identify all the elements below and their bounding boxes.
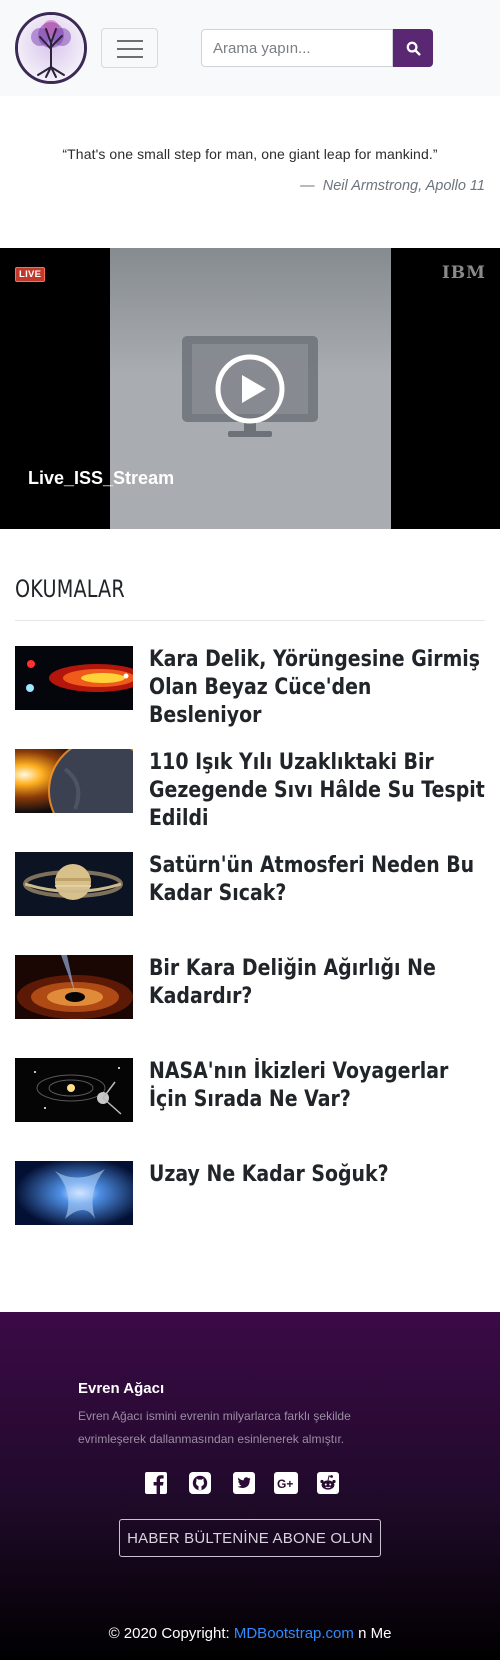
evren-agaci-logo[interactable] bbox=[15, 12, 87, 84]
play-icon[interactable] bbox=[214, 353, 286, 425]
article-thumbnail[interactable] bbox=[15, 1058, 133, 1122]
quote-author: Neil Armstrong, Apollo 11 bbox=[322, 178, 485, 194]
readings-heading: OKUMALAR bbox=[15, 575, 125, 603]
hamburger-line-icon bbox=[117, 48, 143, 50]
facebook-icon[interactable] bbox=[145, 1472, 167, 1494]
article-title[interactable]: Uzay Ne Kadar Soğuk? bbox=[149, 1161, 485, 1189]
article-item[interactable]: Bir Kara Deliğin Ağırlığı Ne Kadardır? bbox=[15, 955, 485, 1019]
article-item[interactable]: Satürn'ün Atmosferi Neden Bu Kadar Sıcak… bbox=[15, 852, 485, 916]
quote-text: “That's one small step for man, one gian… bbox=[62, 146, 438, 162]
article-item[interactable]: 110 Işık Yılı Uzaklıktaki Bir Gezegende … bbox=[15, 749, 485, 831]
article-title[interactable]: Satürn'ün Atmosferi Neden Bu Kadar Sıcak… bbox=[149, 852, 485, 908]
article-title[interactable]: Kara Delik, Yörüngesine Girmiş Olan Beya… bbox=[149, 646, 485, 730]
article-item[interactable]: NASA'nın İkizleri Voyagerlar İçin Sırada… bbox=[15, 1058, 485, 1122]
footer-description: Evren Ağacı ismini evrenin milyarlarca f… bbox=[78, 1409, 351, 1446]
article-thumbnail[interactable] bbox=[15, 852, 133, 916]
article-title[interactable]: Bir Kara Deliğin Ağırlığı Ne Kadardır? bbox=[149, 955, 485, 1011]
ibm-logo[interactable]: IBM bbox=[442, 263, 486, 283]
navbar bbox=[0, 0, 500, 96]
search-button[interactable] bbox=[393, 29, 433, 67]
article-item[interactable]: Uzay Ne Kadar Soğuk? bbox=[15, 1161, 485, 1225]
article-title[interactable]: NASA'nın İkizleri Voyagerlar İçin Sırada… bbox=[149, 1058, 485, 1114]
menu-toggle-button[interactable] bbox=[101, 28, 158, 68]
copyright-suffix: n Me bbox=[353, 1625, 392, 1642]
live-badge: LIVE bbox=[15, 267, 46, 282]
live-video-player[interactable]: LIVE IBM Live_ISS_Stream bbox=[0, 248, 500, 529]
hamburger-line-icon bbox=[117, 40, 143, 42]
copyright-prefix: © 2020 Copyright: bbox=[108, 1625, 234, 1642]
page-footer: Evren Ağacı Evren Ağacı ismini evrenin m… bbox=[0, 1312, 500, 1660]
article-thumbnail[interactable] bbox=[15, 955, 133, 1019]
reddit-icon[interactable] bbox=[317, 1472, 339, 1494]
article-thumbnail[interactable] bbox=[15, 646, 133, 710]
newsletter-subscribe-button[interactable]: HABER BÜLTENİNE ABONE OLUN bbox=[119, 1519, 381, 1557]
copyright-text: © 2020 Copyright: MDBootstrap.com n Me bbox=[0, 1625, 500, 1642]
copyright-link[interactable]: MDBootstrap.com bbox=[234, 1625, 354, 1642]
article-title[interactable]: 110 Işık Yılı Uzaklıktaki Bir Gezegende … bbox=[149, 749, 485, 833]
hamburger-line-icon bbox=[117, 56, 143, 58]
video-title[interactable]: Live_ISS_Stream bbox=[28, 468, 174, 489]
github-icon[interactable] bbox=[189, 1472, 211, 1494]
article-thumbnail[interactable] bbox=[15, 1161, 133, 1225]
google-plus-icon[interactable]: G+ bbox=[274, 1472, 298, 1494]
footer-title: Evren Ağacı bbox=[78, 1380, 165, 1397]
section-divider bbox=[15, 620, 485, 621]
quote-dash: — bbox=[300, 178, 315, 194]
quote-footer: — Neil Armstrong, Apollo 11 bbox=[300, 178, 485, 194]
search-icon bbox=[406, 41, 421, 56]
search-input[interactable] bbox=[201, 29, 393, 67]
article-item[interactable]: Kara Delik, Yörüngesine Girmiş Olan Beya… bbox=[15, 646, 485, 728]
twitter-icon[interactable] bbox=[233, 1472, 255, 1494]
article-thumbnail[interactable] bbox=[15, 749, 133, 813]
svg-text:G+: G+ bbox=[277, 1477, 293, 1491]
